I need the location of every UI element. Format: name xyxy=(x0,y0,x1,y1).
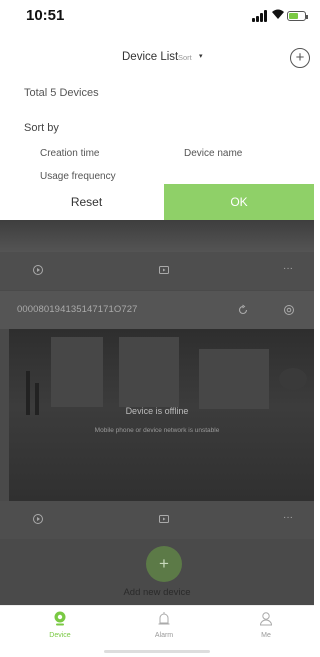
chevron-down-icon[interactable]: ▾ xyxy=(199,52,203,60)
refresh-icon[interactable] xyxy=(237,304,249,319)
tab-device[interactable]: Device xyxy=(30,606,90,648)
home-indicator xyxy=(104,650,210,653)
more-options-icon[interactable]: ··· xyxy=(283,263,293,274)
page-title: Device List xyxy=(122,51,179,63)
sort-option-device-name[interactable]: Device name xyxy=(184,148,242,159)
settings-icon[interactable] xyxy=(283,304,295,319)
sort-option-usage-frequency[interactable]: Usage frequency xyxy=(40,171,116,182)
wifi-icon xyxy=(271,8,285,23)
video-icon[interactable] xyxy=(158,264,170,279)
camera-controls-row: ··· xyxy=(0,501,314,539)
camera-controls-row: ··· xyxy=(0,252,314,290)
tab-label-alarm: Alarm xyxy=(154,632,174,639)
offline-hint: Mobile phone or device network is unstab… xyxy=(94,427,220,434)
more-options-icon[interactable]: ··· xyxy=(283,512,293,523)
device-id: 000080194135147171O727 xyxy=(17,304,138,315)
nav-bar: Device List Sort ▾ + xyxy=(0,34,314,80)
reset-button[interactable]: Reset xyxy=(9,184,164,220)
device-count: Total 5 Devices xyxy=(24,87,99,99)
room-window-decoration xyxy=(199,349,269,409)
plus-icon: + xyxy=(295,49,305,66)
person-icon xyxy=(236,611,296,630)
add-device-fab[interactable]: + xyxy=(146,546,182,582)
room-window-decoration xyxy=(119,337,179,407)
sort-by-heading: Sort by xyxy=(24,122,59,134)
signal-icon xyxy=(252,10,270,22)
sort-option-creation-time[interactable]: Creation time xyxy=(40,148,99,159)
status-bar: 10:51 xyxy=(0,0,314,34)
add-new-device-label[interactable]: Add new device xyxy=(0,587,314,598)
tab-alarm[interactable]: Alarm xyxy=(134,606,194,648)
tab-bar: Device Alarm Me xyxy=(0,605,314,647)
replay-icon[interactable] xyxy=(32,513,44,528)
video-icon[interactable] xyxy=(158,513,170,528)
replay-icon[interactable] xyxy=(32,264,44,279)
room-window-decoration xyxy=(51,337,103,407)
status-time: 10:51 xyxy=(26,7,65,24)
sort-panel: Total 5 Devices Sort by Creation time De… xyxy=(0,80,314,220)
sort-dropdown[interactable]: Sort xyxy=(178,53,192,62)
plant-decoration xyxy=(279,368,307,390)
device-header: 000080194135147171O727 xyxy=(0,291,314,329)
alarm-icon xyxy=(134,611,194,630)
tab-label-me: Me xyxy=(261,632,271,639)
camera-preview-previous[interactable] xyxy=(0,220,314,252)
camera-icon xyxy=(30,611,90,630)
battery-icon xyxy=(287,11,308,21)
device-list-overlay: ··· 000080194135147171O727 Device is off… xyxy=(0,220,314,605)
tab-label-device: Device xyxy=(49,632,71,639)
add-device-button[interactable]: + xyxy=(290,48,310,68)
offline-message: Device is offline xyxy=(125,406,189,416)
tab-me[interactable]: Me xyxy=(236,606,296,648)
ok-button[interactable]: OK xyxy=(164,184,314,220)
